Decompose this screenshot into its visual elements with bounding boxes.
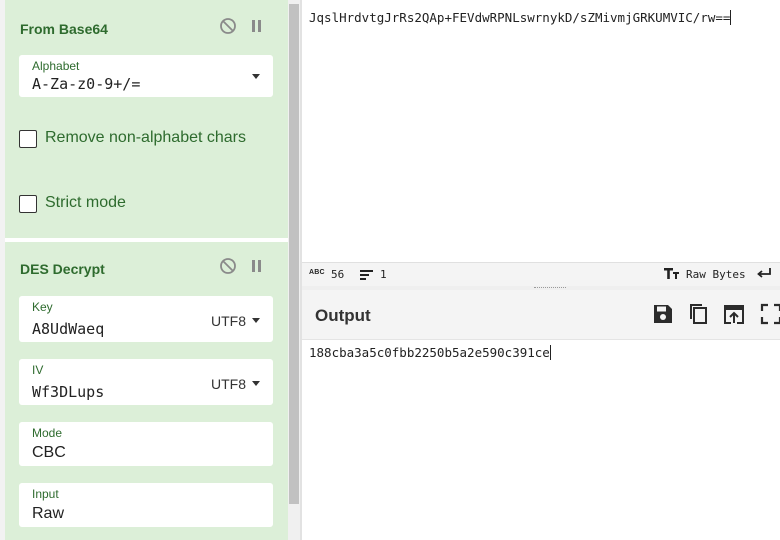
iv-value[interactable]: Wf3DLups [32,383,104,401]
operation-title: From Base64 [20,21,108,37]
alphabet-select[interactable]: Alphabet A-Za-z0-9+/= [19,55,273,97]
strict-mode-label: Strict mode [45,194,126,211]
disable-icon[interactable] [219,257,237,279]
key-field[interactable]: Key A8UdWaeq UTF8 [19,296,273,342]
pause-icon[interactable] [250,258,264,278]
output-header: Output [302,290,780,340]
input-statusbar: ABC 56 1 Raw Bytes [302,262,780,286]
input-textarea[interactable]: JqslHrdvtgJrRs2QAp+FEVdwRPNLswrnykD/sZMi… [309,10,732,25]
remove-non-alphabet-label: Remove non-alphabet chars [45,129,247,146]
operation-des-decrypt[interactable]: DES Decrypt Key A8UdWaeq UTF8 IV Wf3DLup… [5,242,288,540]
text-format-icon[interactable] [664,267,679,283]
mode-value: CBC [32,444,66,461]
pause-icon[interactable] [250,18,264,38]
chevron-down-icon [252,74,260,79]
checkbox-box[interactable] [19,195,37,213]
chevron-down-icon [252,381,260,386]
alphabet-label: Alphabet [32,59,80,73]
output-title: Output [315,306,371,325]
alphabet-value: A-Za-z0-9+/= [32,75,141,93]
lines-icon [360,269,373,283]
newline-icon[interactable] [756,266,772,283]
iv-encoding-select[interactable]: UTF8 [211,376,246,392]
input-text: JqslHrdvtgJrRs2QAp+FEVdwRPNLswrnykD/sZMi… [309,10,731,25]
operation-from-base64[interactable]: From Base64 Alphabet A-Za-z0-9+/= Remove… [5,0,288,238]
checkbox-box[interactable] [19,130,37,148]
iv-field[interactable]: IV Wf3DLups UTF8 [19,359,273,405]
input-format-label: Input [32,487,59,501]
recipe-scrollbar-thumb[interactable] [289,4,299,504]
mode-select[interactable]: Mode CBC [19,422,273,466]
input-length: 56 [331,268,345,281]
input-format-value: Raw [32,505,65,522]
output-textarea[interactable]: 188cba3a5c0fbb2250b5a2e590c391ce [309,345,551,360]
input-format-select[interactable]: Input Raw [19,483,273,527]
operation-title: DES Decrypt [20,261,105,277]
text-cursor [549,345,551,360]
abc-icon: ABC [309,269,325,276]
key-encoding-select[interactable]: UTF8 [211,313,246,329]
text-cursor [730,10,732,25]
save-icon[interactable] [652,303,674,325]
chevron-down-icon [252,318,260,323]
iv-label: IV [32,363,44,377]
key-label: Key [32,300,53,314]
disable-icon[interactable] [219,17,237,39]
output-text: 188cba3a5c0fbb2250b5a2e590c391ce [309,345,550,360]
maximise-icon[interactable] [760,303,780,325]
mode-label: Mode [32,426,63,440]
key-value[interactable]: A8UdWaeq [32,320,104,338]
replace-input-icon[interactable] [723,303,745,325]
input-pane[interactable]: JqslHrdvtgJrRs2QAp+FEVdwRPNLswrnykD/sZMi… [302,0,780,262]
recipe-panel: From Base64 Alphabet A-Za-z0-9+/= Remove… [0,0,300,540]
input-lines: 1 [380,268,387,281]
copy-icon[interactable] [688,303,710,325]
raw-bytes-button[interactable]: Raw Bytes [686,268,746,281]
